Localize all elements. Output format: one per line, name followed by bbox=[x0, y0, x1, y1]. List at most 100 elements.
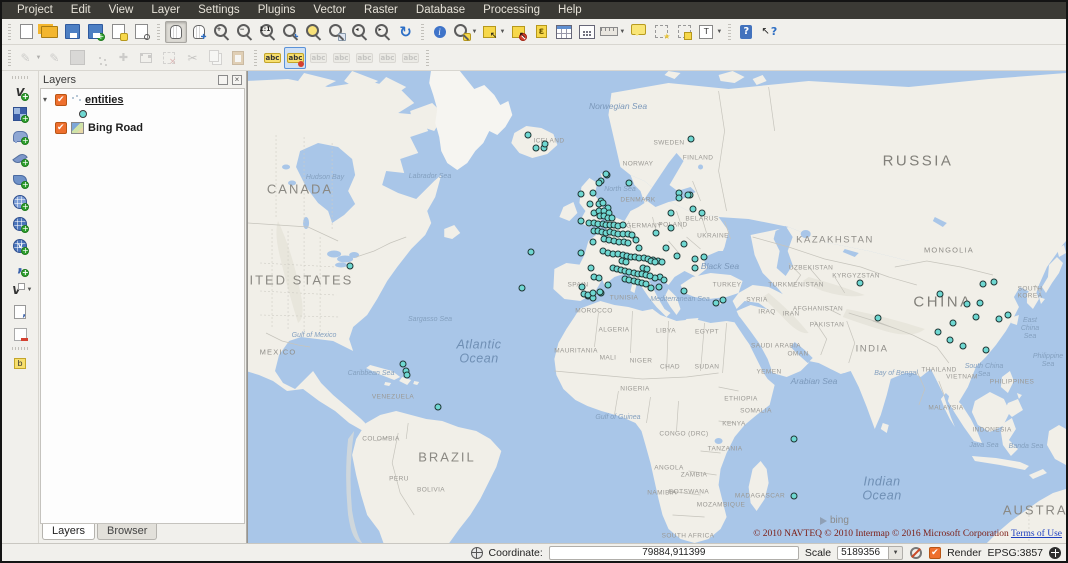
delete-selected[interactable] bbox=[158, 47, 180, 69]
menu-help[interactable]: Help bbox=[549, 2, 591, 19]
change-label[interactable] bbox=[399, 47, 421, 69]
menu-layer[interactable]: Layer bbox=[142, 2, 189, 19]
add-wms-layer[interactable] bbox=[9, 213, 31, 235]
deselect-features[interactable] bbox=[507, 21, 529, 43]
add-feature[interactable] bbox=[89, 47, 111, 69]
pin-labels[interactable] bbox=[284, 47, 306, 69]
menu-edit[interactable]: Edit bbox=[62, 2, 100, 19]
composer-manager[interactable] bbox=[131, 21, 153, 43]
menu-database[interactable]: Database bbox=[407, 2, 474, 19]
zoom-last[interactable]: ◂ bbox=[349, 21, 371, 43]
add-wfs-layer[interactable]: , bbox=[9, 257, 31, 279]
open-attribute-table[interactable] bbox=[553, 21, 575, 43]
zoom-out[interactable]: − bbox=[234, 21, 256, 43]
add-delimited-text-layer[interactable] bbox=[9, 301, 31, 323]
text-annotation-dropdown-icon[interactable]: ▼ bbox=[716, 29, 722, 35]
current-edits-dropdown-icon[interactable]: ▼ bbox=[36, 55, 42, 61]
zoom-to-selection[interactable] bbox=[303, 21, 325, 43]
layer-labeling-options[interactable] bbox=[261, 47, 283, 69]
node-tool[interactable] bbox=[135, 47, 157, 69]
add-oracle-layer[interactable] bbox=[9, 191, 31, 213]
menu-project[interactable]: Project bbox=[8, 2, 62, 19]
show-bookmarks[interactable] bbox=[673, 21, 695, 43]
save-layer-edits[interactable] bbox=[66, 47, 88, 69]
rotate-label[interactable] bbox=[376, 47, 398, 69]
whats-this[interactable] bbox=[758, 21, 780, 43]
tab-layers[interactable]: Layers bbox=[42, 524, 95, 540]
measure-line-dropdown-icon[interactable]: ▼ bbox=[619, 29, 625, 35]
menu-vector[interactable]: Vector bbox=[304, 2, 355, 19]
measure-line[interactable]: ▼ bbox=[599, 21, 626, 43]
entity-point-marker bbox=[647, 273, 654, 280]
show-hide-labels[interactable] bbox=[330, 47, 352, 69]
zoom-to-layer[interactable] bbox=[326, 21, 348, 43]
layer-visibility-checkbox[interactable] bbox=[55, 122, 67, 134]
highlight-pinned-labels[interactable] bbox=[307, 47, 329, 69]
move-label[interactable] bbox=[353, 47, 375, 69]
new-project[interactable] bbox=[16, 21, 38, 43]
tab-browser[interactable]: Browser bbox=[97, 524, 157, 540]
panel-close-icon[interactable]: × bbox=[232, 75, 242, 85]
paste-features[interactable] bbox=[227, 47, 249, 69]
add-wcs-layer[interactable] bbox=[9, 235, 31, 257]
text-annotation[interactable]: ▼ bbox=[696, 21, 723, 43]
select-features[interactable]: ▼ bbox=[479, 21, 506, 43]
save-project-as[interactable] bbox=[85, 21, 107, 43]
cut-features[interactable]: ✂ bbox=[181, 47, 203, 69]
toggle-editing[interactable]: ✎ bbox=[43, 47, 65, 69]
scale-input[interactable] bbox=[837, 546, 889, 560]
new-shapefile-layer-dropdown-icon[interactable]: ▼ bbox=[27, 287, 33, 293]
add-spatialite-layer[interactable] bbox=[9, 147, 31, 169]
zoom-next[interactable]: ▸ bbox=[372, 21, 394, 43]
layer-name[interactable]: entities bbox=[85, 94, 124, 106]
select-features-dropdown-icon[interactable]: ▼ bbox=[499, 29, 505, 35]
zoom-in[interactable]: + bbox=[211, 21, 233, 43]
plugin-b[interactable]: b bbox=[9, 352, 31, 374]
menu-raster[interactable]: Raster bbox=[355, 2, 407, 19]
help-contents[interactable] bbox=[735, 21, 757, 43]
add-mssql-layer[interactable] bbox=[9, 169, 31, 191]
open-project[interactable] bbox=[39, 21, 61, 43]
panel-float-icon[interactable] bbox=[218, 75, 228, 85]
map-tips[interactable] bbox=[627, 21, 649, 43]
identify-features[interactable] bbox=[429, 21, 451, 43]
layer-item-bing-road[interactable]: Bing Road bbox=[43, 120, 242, 135]
scale-dropdown-icon[interactable]: ▼ bbox=[889, 546, 903, 560]
menu-view[interactable]: View bbox=[100, 2, 143, 19]
layer-visibility-checkbox[interactable] bbox=[55, 94, 67, 106]
save-project[interactable] bbox=[62, 21, 84, 43]
zoom-native-resolution[interactable]: 1:1 bbox=[257, 21, 279, 43]
menu-settings[interactable]: Settings bbox=[189, 2, 249, 19]
run-feature-action[interactable]: ▼ bbox=[452, 21, 479, 43]
terms-of-use-link[interactable]: Terms of Use bbox=[1011, 529, 1062, 539]
menu-processing[interactable]: Processing bbox=[474, 2, 549, 19]
crs-status-icon[interactable] bbox=[1049, 547, 1061, 559]
new-print-composer[interactable] bbox=[108, 21, 130, 43]
render-checkbox[interactable] bbox=[929, 547, 941, 559]
remove-layer-group[interactable] bbox=[9, 323, 31, 345]
new-shapefile-layer[interactable]: V▼ bbox=[7, 279, 34, 301]
current-edits[interactable]: ✎▼ bbox=[16, 47, 43, 69]
field-calculator[interactable] bbox=[576, 21, 598, 43]
add-postgis-layer[interactable] bbox=[9, 125, 31, 147]
pan-map[interactable] bbox=[165, 21, 187, 43]
add-vector-layer[interactable]: V bbox=[9, 81, 31, 103]
mouse-position-icon[interactable] bbox=[471, 547, 483, 559]
layer-name[interactable]: Bing Road bbox=[88, 122, 143, 134]
pan-to-selection[interactable] bbox=[188, 21, 210, 43]
add-raster-layer[interactable] bbox=[9, 103, 31, 125]
layer-item-entities[interactable]: ▾ entities bbox=[43, 92, 242, 107]
copy-features[interactable] bbox=[204, 47, 226, 69]
stop-rendering-icon[interactable] bbox=[909, 546, 923, 560]
new-bookmark[interactable] bbox=[650, 21, 672, 43]
expander-icon[interactable]: ▾ bbox=[43, 95, 51, 104]
point-symbol-swatch[interactable] bbox=[79, 110, 87, 118]
move-feature[interactable]: ✚ bbox=[112, 47, 134, 69]
zoom-full-extent[interactable] bbox=[280, 21, 302, 43]
map-refresh[interactable]: ↻ bbox=[395, 21, 417, 43]
run-feature-action-dropdown-icon[interactable]: ▼ bbox=[472, 29, 478, 35]
select-by-expression[interactable]: ε bbox=[530, 21, 552, 43]
menu-plugins[interactable]: Plugins bbox=[249, 2, 305, 19]
map-canvas[interactable]: bing © 2010 NAVTEQ © 2010 Intermap © 201… bbox=[247, 71, 1066, 543]
coordinate-input[interactable] bbox=[549, 546, 799, 560]
